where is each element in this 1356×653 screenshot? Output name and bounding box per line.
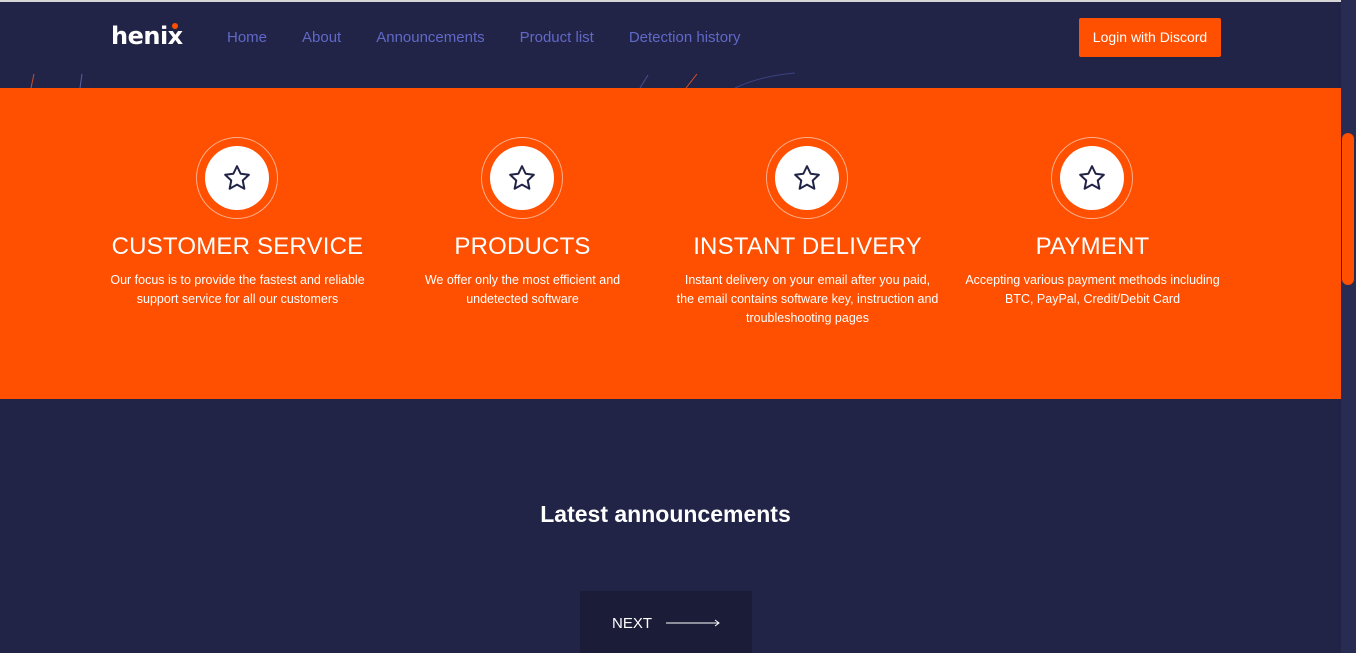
feature-description: Our focus is to provide the fastest and …: [110, 273, 365, 306]
feature-description: Instant delivery on your email after you…: [676, 273, 939, 325]
feature-icon-ring: [766, 137, 848, 219]
page: henix Home About Announcements Product l…: [0, 0, 1356, 653]
announcements-heading: Latest announcements: [540, 501, 791, 528]
main-nav: Home About Announcements Product list De…: [227, 29, 776, 46]
star-icon: [509, 165, 535, 190]
star-icon: [794, 165, 820, 190]
arrow-right-icon: [666, 619, 720, 627]
nav-detection-history[interactable]: Detection history: [629, 29, 741, 46]
login-with-discord-button[interactable]: Login with Discord: [1079, 18, 1221, 57]
nav-home[interactable]: Home: [227, 29, 267, 46]
nav-product-list[interactable]: Product list: [520, 29, 594, 46]
star-icon: [224, 165, 250, 190]
logo-dot: [172, 23, 178, 29]
feature-title: PRODUCTS: [454, 233, 591, 260]
feature-icon-ring: [481, 137, 563, 219]
feature-icon-ring: [1051, 137, 1133, 219]
star-icon: [1079, 165, 1105, 190]
feature-title: INSTANT DELIVERY: [693, 233, 922, 260]
feature-title: CUSTOMER SERVICE: [111, 233, 364, 260]
feature-title: PAYMENT: [1035, 233, 1150, 260]
site-header: henix Home About Announcements Product l…: [0, 2, 1341, 88]
feature-description: We offer only the most efficient and und…: [424, 273, 621, 306]
scrollbar-thumb[interactable]: [1342, 133, 1354, 285]
next-button[interactable]: NEXT: [580, 591, 752, 653]
feature-description: Accepting various payment methods includ…: [965, 273, 1220, 306]
next-label: NEXT: [612, 615, 653, 632]
nav-about[interactable]: About: [302, 29, 341, 46]
scrollbar-track[interactable]: [1341, 0, 1356, 653]
feature-icon-ring: [196, 137, 278, 219]
nav-announcements[interactable]: Announcements: [376, 29, 484, 46]
features-band: CUSTOMER SERVICE Our focus is to provide…: [0, 88, 1341, 399]
